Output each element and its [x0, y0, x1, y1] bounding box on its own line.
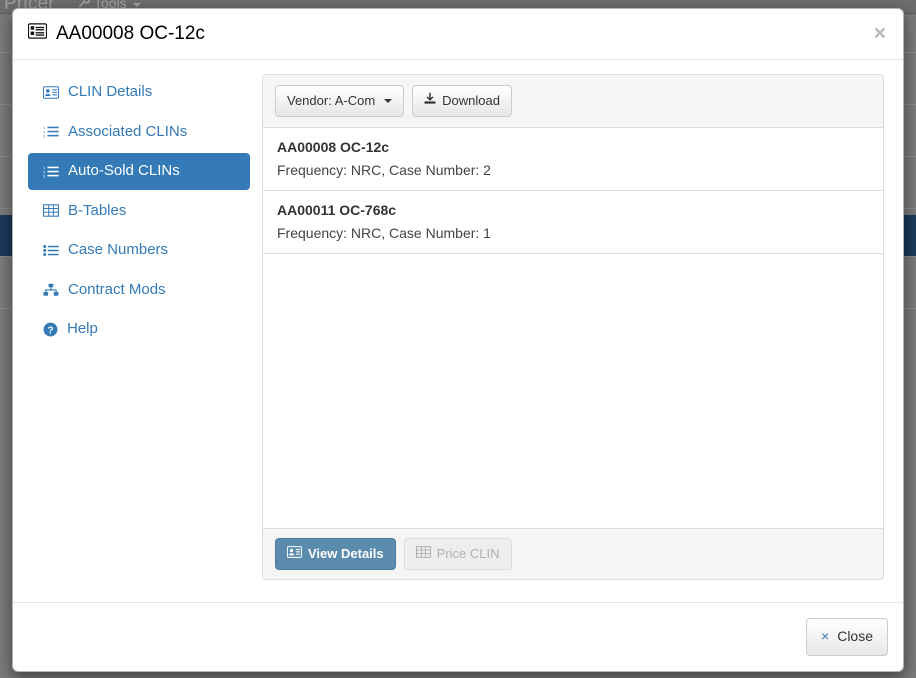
list-item-title: AA00008 OC-12c [277, 139, 869, 155]
list-ul-icon [43, 244, 59, 257]
panel-toolbar: Vendor: A-Com Download [263, 75, 883, 128]
svg-text:3: 3 [43, 174, 45, 177]
sidebar-item-case-numbers[interactable]: Case Numbers [28, 232, 250, 269]
sidebar-item-label: CLIN Details [68, 84, 152, 101]
sidebar-item-label: Auto-Sold CLINs [68, 163, 180, 180]
table-icon [416, 545, 431, 563]
question-circle-icon: ? [43, 322, 58, 337]
download-icon [424, 92, 436, 110]
sidebar-item-label: Associated CLINs [68, 124, 187, 141]
modal-dialog: AA00008 OC-12c × CLIN Details [12, 8, 904, 672]
price-clin-button[interactable]: Price CLIN [404, 538, 512, 570]
close-icon: × [821, 627, 829, 647]
panel-actions: View Details Price CLIN [263, 528, 883, 579]
sidebar-item-help[interactable]: ? Help [28, 311, 250, 348]
view-details-button[interactable]: View Details [275, 538, 396, 570]
modal-title-text: AA00008 OC-12c [56, 24, 205, 43]
price-clin-button-label: Price CLIN [437, 545, 500, 563]
caret-down-icon [133, 3, 141, 7]
sidebar-item-b-tables[interactable]: B-Tables [28, 193, 250, 230]
modal-header: AA00008 OC-12c × [13, 9, 903, 60]
modal-body: CLIN Details 1 2 3 Associated CLINs [13, 60, 903, 602]
view-details-button-label: View Details [308, 545, 384, 563]
list-item-subtitle: Frequency: NRC, Case Number: 2 [277, 162, 869, 178]
close-button-label: Close [837, 627, 873, 647]
clin-list-panel: Vendor: A-Com Download AA00008 OC-12c [262, 74, 884, 580]
modal-title: AA00008 OC-12c [28, 23, 888, 43]
download-button[interactable]: Download [412, 85, 512, 117]
list-alt-icon [28, 23, 47, 43]
sidebar-item-label: Help [67, 321, 98, 338]
sidebar-item-associated-clins[interactable]: 1 2 3 Associated CLINs [28, 114, 250, 151]
list-item-subtitle: Frequency: NRC, Case Number: 1 [277, 225, 869, 241]
list-ol-icon: 1 2 3 [43, 165, 59, 178]
sidebar-item-clin-details[interactable]: CLIN Details [28, 74, 250, 111]
clin-list: AA00008 OC-12c Frequency: NRC, Case Numb… [263, 128, 883, 528]
vendor-dropdown[interactable]: Vendor: A-Com [275, 85, 404, 117]
close-icon[interactable]: × [870, 21, 890, 46]
vcard-icon [287, 545, 302, 563]
sidebar-item-label: Contract Mods [68, 282, 166, 299]
sitemap-icon [43, 283, 59, 297]
sidebar-item-auto-sold-clins[interactable]: 1 2 3 Auto-Sold CLINs [28, 153, 250, 190]
list-item[interactable]: AA00011 OC-768c Frequency: NRC, Case Num… [263, 191, 883, 254]
sidebar-item-label: Case Numbers [68, 242, 168, 259]
close-button[interactable]: × Close [806, 618, 888, 656]
sidebar-item-label: B-Tables [68, 203, 126, 220]
vendor-dropdown-label: Vendor: A-Com [287, 92, 375, 110]
svg-text:3: 3 [43, 135, 45, 138]
sidebar-nav: CLIN Details 1 2 3 Associated CLINs [28, 74, 250, 351]
sidebar-item-contract-mods[interactable]: Contract Mods [28, 272, 250, 309]
vcard-icon [43, 86, 59, 99]
caret-down-icon [384, 99, 392, 103]
modal-footer: × Close [13, 602, 903, 672]
list-item[interactable]: AA00008 OC-12c Frequency: NRC, Case Numb… [263, 128, 883, 191]
list-ol-icon: 1 2 3 [43, 125, 59, 138]
svg-text:?: ? [47, 325, 53, 336]
list-item-title: AA00011 OC-768c [277, 202, 869, 218]
download-button-label: Download [442, 92, 500, 110]
table-icon [43, 204, 59, 217]
